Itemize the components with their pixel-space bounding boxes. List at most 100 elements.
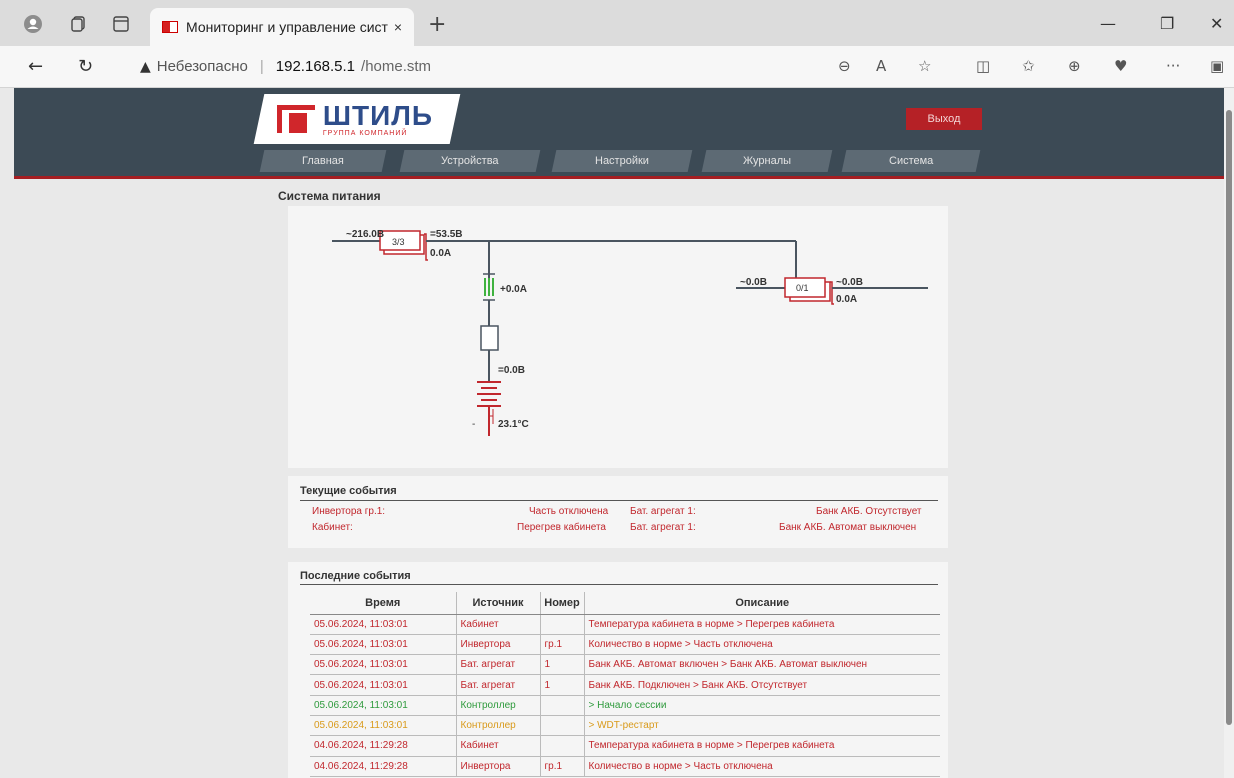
ac-input-value: ~216.0В — [346, 229, 384, 240]
insecure-label: Небезопасно — [156, 58, 248, 75]
scrollbar-thumb[interactable] — [1226, 110, 1232, 725]
table-row: 05.06.2024, 11:03:01 Кабинет Температура к… — [310, 614, 940, 635]
last-events-divider — [300, 584, 938, 585]
sidebar-toggle-icon[interactable]: ▣ — [1210, 57, 1224, 75]
menu-item-settings[interactable]: Настройки — [551, 150, 693, 172]
inverter-output-voltage: ~0.0В — [836, 277, 863, 288]
workspaces-icon[interactable] — [68, 13, 90, 35]
logout-button[interactable]: Выход — [906, 108, 982, 130]
logo-mark-icon — [277, 105, 315, 133]
tab-active[interactable]: Мониторинг и управление сист × — [150, 8, 414, 46]
cell-source: Контроллер — [455, 695, 540, 716]
browser-tab-bar: Мониторинг и управление сист × + — ❐ ✕ — [0, 0, 1234, 46]
table-row: 05.06.2024, 11:03:01 Бат. агрегат 1 Банк АК… — [310, 674, 940, 696]
cell-number — [539, 735, 584, 757]
menu-item-label: Главная — [302, 155, 344, 167]
dc-output-current: 0.0A — [430, 248, 451, 259]
site-header: ШТИЛЬ ГРУППА КОМПАНИЙ Выход Главная Устр… — [14, 88, 1224, 179]
new-tab-button[interactable]: + — [428, 12, 446, 37]
breaker-box[interactable] — [480, 325, 499, 351]
favorites-icon[interactable]: ✩ — [1022, 57, 1035, 75]
menu-item-logs[interactable]: Журналы — [701, 150, 833, 172]
cell-time: 05.06.2024, 11:03:01 — [310, 674, 456, 696]
rectifier-count: 3/3 — [392, 237, 405, 247]
refresh-icon[interactable]: ↻ — [78, 56, 93, 77]
column-header-number: Номер — [539, 592, 584, 615]
cell-source: Кабинет — [455, 614, 540, 635]
cell-time: 05.06.2024, 11:03:01 — [310, 695, 456, 716]
inverter-count: 0/1 — [796, 283, 809, 293]
power-diagram-panel: ~216.0В 3/3 =53.5В 0.0A +0.0A =0.0В - 23… — [288, 206, 948, 468]
dc-output-voltage: =53.5В — [430, 229, 463, 240]
cell-source: Контроллер — [455, 715, 540, 737]
table-row: 05.06.2024, 11:03:01 Контроллер > Начало с… — [310, 695, 940, 716]
tab-actions-icon[interactable] — [110, 13, 132, 35]
logo-text: ШТИЛЬ — [323, 99, 434, 131]
cell-number — [539, 695, 584, 716]
zoom-icon[interactable]: ⊖ — [838, 57, 851, 75]
profile-icon[interactable] — [22, 13, 44, 35]
tab-close-icon[interactable]: × — [388, 19, 408, 35]
column-header-description: Описание — [583, 592, 940, 615]
cell-description: Количество в норме > Часть отключена — [583, 634, 940, 656]
address-bar[interactable]: ▲ Небезопасно | 192.168.5.1/home.stm — [140, 58, 431, 75]
inverter-output-current: 0.0A — [836, 294, 857, 305]
event-source: Кабинет: — [312, 522, 353, 533]
cell-description: Температура кабинета в норме > Перегрев … — [583, 614, 940, 635]
table-row: 04.06.2024, 11:29:28 Инвертора гр.1 Количес… — [310, 756, 940, 777]
menu-item-label: Устройства — [441, 155, 499, 167]
cell-source: Кабинет — [455, 735, 540, 757]
last-events-table: Время Источник Номер Описание 05.06.2024… — [310, 592, 940, 777]
page-viewport: ШТИЛЬ ГРУППА КОМПАНИЙ Выход Главная Устр… — [14, 88, 1224, 778]
restore-icon[interactable]: ❐ — [1160, 14, 1174, 33]
more-options-icon[interactable]: ··· — [1166, 57, 1180, 75]
battery-temperature: 23.1°C — [498, 419, 529, 430]
current-event-row: Кабинет: Перегрев кабинета Бат. агрегат … — [288, 522, 948, 536]
event-source-2: Бат. агрегат 1: — [630, 522, 696, 533]
menu-item-devices[interactable]: Устройства — [399, 150, 541, 172]
menu-item-label: Настройки — [595, 155, 649, 167]
cell-description: Банк АКБ. Подключен > Банк АКБ. Отсутств… — [583, 674, 940, 696]
menu-item-home[interactable]: Главная — [259, 150, 387, 172]
table-row: 05.06.2024, 11:03:01 Инвертора гр.1 Количес… — [310, 634, 940, 656]
favorite-star-icon[interactable]: ☆ — [918, 57, 931, 75]
minimize-icon[interactable]: — — [1100, 14, 1116, 33]
insecure-warning-icon[interactable]: ▲ — [140, 59, 151, 75]
cell-description: Температура кабинета в норме > Перегрев … — [583, 735, 940, 757]
cell-time: 05.06.2024, 11:03:01 — [310, 634, 456, 656]
company-logo: ШТИЛЬ ГРУППА КОМПАНИЙ — [253, 94, 461, 144]
address-bar-row: ← ↻ ▲ Небезопасно | 192.168.5.1/home.stm… — [0, 46, 1234, 88]
cell-description: > Начало сессии — [583, 695, 940, 716]
column-header-source: Источник — [455, 592, 540, 615]
logo-subtext: ГРУППА КОМПАНИЙ — [323, 129, 408, 137]
menu-item-system[interactable]: Система — [841, 150, 981, 172]
split-screen-icon[interactable]: ◫ — [976, 57, 990, 75]
table-row: 05.06.2024, 11:03:01 Бат. агрегат 1 Банк АК… — [310, 654, 940, 676]
read-aloud-icon[interactable]: A — [876, 57, 886, 75]
tab-title: Мониторинг и управление сист — [186, 19, 388, 35]
power-system-title: Система питания — [278, 189, 381, 203]
back-icon[interactable]: ← — [28, 56, 43, 77]
event-state: Часть отключена — [529, 506, 609, 517]
table-row: 04.06.2024, 11:29:28 Кабинет Температура к… — [310, 735, 940, 757]
window-close-icon[interactable]: ✕ — [1210, 14, 1223, 33]
cell-time: 05.06.2024, 11:03:01 — [310, 614, 456, 635]
cell-time: 05.06.2024, 11:03:01 — [310, 715, 456, 737]
cell-description: > WDT-рестарт — [583, 715, 940, 737]
cell-time: 04.06.2024, 11:29:28 — [310, 735, 456, 757]
cell-number — [539, 715, 584, 737]
menu-item-label: Система — [888, 155, 934, 167]
cell-source: Инвертора — [455, 756, 540, 777]
collections-icon[interactable]: ⊕ — [1068, 57, 1081, 75]
cell-time: 04.06.2024, 11:29:28 — [310, 756, 456, 777]
browser-essentials-icon[interactable]: ♥ — [1114, 57, 1127, 75]
event-state-2: Банк АКБ. Отсутствует — [816, 506, 922, 517]
url-path: /home.stm — [361, 58, 432, 75]
cell-time: 05.06.2024, 11:03:01 — [310, 654, 456, 676]
current-events-panel: Текущие события Инвертора гр.1: Часть от… — [288, 476, 948, 548]
cell-source: Бат. агрегат — [455, 654, 540, 676]
cell-number — [539, 614, 584, 635]
page-scrollbar[interactable] — [1224, 88, 1234, 778]
site-favicon-icon — [162, 21, 178, 33]
url-separator: | — [259, 58, 264, 75]
